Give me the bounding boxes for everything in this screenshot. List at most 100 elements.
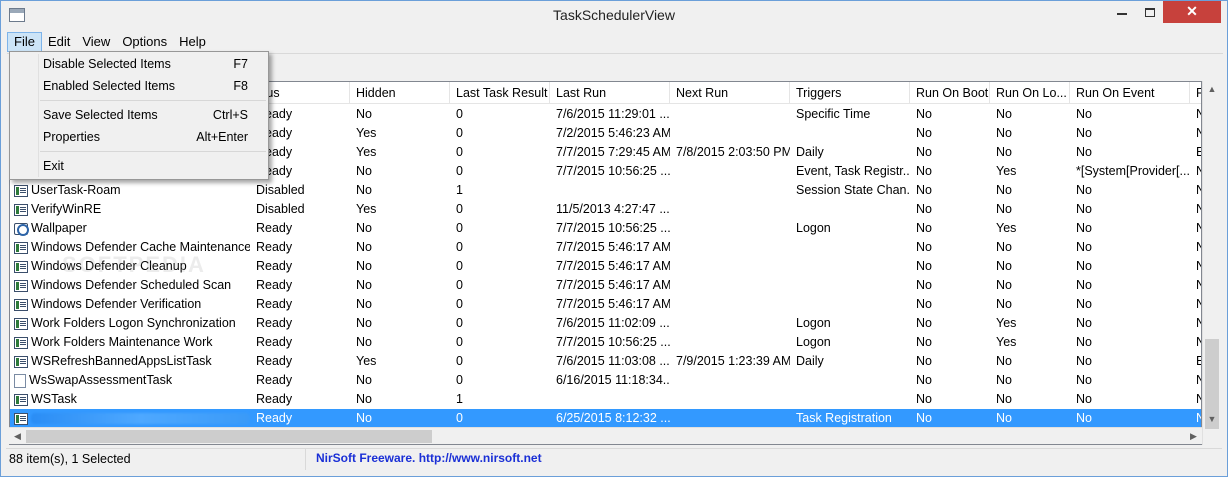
column-header-last-run[interactable]: Last Run xyxy=(550,82,670,104)
column-header-run-on-logon[interactable]: Run On Lo... xyxy=(990,82,1070,104)
title-bar[interactable]: TaskSchedulerView ✕ xyxy=(1,1,1227,32)
minimize-button[interactable] xyxy=(1107,1,1137,23)
maximize-button[interactable] xyxy=(1137,1,1163,23)
task-name: Work Folders Logon Synchronization xyxy=(10,314,250,333)
scroll-down-icon[interactable]: ▼ xyxy=(1203,411,1221,427)
task-run-on-logon: No xyxy=(996,411,1012,425)
table-row[interactable]: WsSwapAssessmentTask Ready No 0 6/16/2015 11… xyxy=(10,371,1201,390)
task-name-text: VerifyWinRE xyxy=(31,202,102,216)
task-name-text: WSTask xyxy=(31,392,77,406)
table-row[interactable]: WSTask Ready No 1 No No No N xyxy=(10,390,1201,409)
task-name: WSTask xyxy=(10,390,250,409)
menu-item-save-selected[interactable]: Save Selected Items Ctrl+S xyxy=(12,104,266,126)
task-icon xyxy=(14,260,28,273)
menu-item-label: Properties xyxy=(43,130,100,144)
task-run-on-event: No xyxy=(1076,354,1092,368)
menu-view[interactable]: View xyxy=(76,32,116,52)
task-last-result: 0 xyxy=(456,297,463,311)
column-header-run-on-event[interactable]: Run On Event xyxy=(1070,82,1190,104)
menu-options[interactable]: Options xyxy=(116,32,173,52)
scroll-up-icon[interactable]: ▲ xyxy=(1203,81,1221,97)
task-run-on-event: No xyxy=(1076,297,1092,311)
menu-item-enable-selected[interactable]: Enabled Selected Items F8 xyxy=(12,75,266,97)
task-triggers xyxy=(790,371,910,390)
task-run-on-boot: No xyxy=(916,335,932,349)
column-header-hidden[interactable]: Hidden xyxy=(350,82,450,104)
scroll-left-icon[interactable]: ◀ xyxy=(9,428,26,445)
horizontal-scrollbar[interactable]: ◀ ▶ xyxy=(9,427,1202,444)
task-last-result: 0 xyxy=(456,145,463,159)
task-icon xyxy=(14,279,28,292)
column-header-triggers[interactable]: Triggers xyxy=(790,82,910,104)
menu-item-shortcut: F8 xyxy=(233,79,248,93)
task-status: Ready xyxy=(256,278,293,292)
task-r: N xyxy=(1190,105,1201,124)
table-row-selected[interactable]: Ready No 0 6/25/2015 8:12:32 ... Task Regist… xyxy=(10,409,1201,428)
scroll-right-icon[interactable]: ▶ xyxy=(1185,428,1202,445)
table-row[interactable]: VerifyWinRE Disabled Yes 0 11/5/2013 4:27:47… xyxy=(10,200,1201,219)
task-status: Ready xyxy=(256,221,293,235)
menu-item-exit[interactable]: Exit xyxy=(12,155,266,177)
task-last-run: 7/7/2015 5:46:17 AM xyxy=(556,240,670,254)
task-run-on-event: No xyxy=(1076,183,1092,197)
horizontal-scroll-thumb[interactable] xyxy=(26,430,432,443)
close-button[interactable]: ✕ xyxy=(1163,1,1221,23)
menu-help[interactable]: Help xyxy=(173,32,212,52)
task-icon xyxy=(14,241,28,254)
column-header-r[interactable]: R xyxy=(1190,82,1201,104)
task-next-run xyxy=(670,181,790,200)
task-name: Windows Defender Scheduled Scan xyxy=(10,276,250,295)
nirsoft-link[interactable]: NirSoft Freeware. http://www.nirsoft.net xyxy=(306,449,542,470)
menu-file[interactable]: File xyxy=(7,32,42,52)
task-icon xyxy=(14,412,28,425)
table-row[interactable]: Windows Defender Verification Ready No 0 7/7… xyxy=(10,295,1201,314)
task-hidden: No xyxy=(356,183,372,197)
task-triggers xyxy=(790,200,910,219)
table-row[interactable]: Wallpaper Ready No 0 7/7/2015 10:56:25 ... Lo… xyxy=(10,219,1201,238)
task-last-run: 7/7/2015 5:46:17 AM xyxy=(556,297,670,311)
vertical-scrollbar[interactable]: ▲ ▼ xyxy=(1202,81,1220,445)
maximize-icon xyxy=(1145,7,1155,17)
task-hidden: No xyxy=(356,259,372,273)
task-r: N xyxy=(1190,409,1201,428)
task-run-on-boot: No xyxy=(916,183,932,197)
table-row[interactable]: UserTask-Roam Disabled No 1 Session State Ch… xyxy=(10,181,1201,200)
task-triggers xyxy=(790,295,910,314)
task-last-run: 7/2/2015 5:46:23 AM xyxy=(556,126,670,140)
task-hidden: No xyxy=(356,373,372,387)
menu-item-disable-selected[interactable]: Disable Selected Items F7 xyxy=(12,53,266,75)
task-next-run xyxy=(670,219,790,238)
task-run-on-logon: No xyxy=(996,392,1012,406)
task-name-text: Windows Defender Scheduled Scan xyxy=(31,278,232,292)
task-run-on-boot: No xyxy=(916,164,932,178)
task-run-on-logon: No xyxy=(996,278,1012,292)
task-name xyxy=(10,409,250,428)
column-header-last-task-result[interactable]: Last Task Result xyxy=(450,82,550,104)
column-header-next-run[interactable]: Next Run xyxy=(670,82,790,104)
task-last-result: 0 xyxy=(456,373,463,387)
task-run-on-event: No xyxy=(1076,373,1092,387)
task-last-result: 0 xyxy=(456,259,463,273)
menu-edit[interactable]: Edit xyxy=(42,32,76,52)
task-next-run xyxy=(670,124,790,143)
task-next-run xyxy=(670,200,790,219)
menu-item-properties[interactable]: Properties Alt+Enter xyxy=(12,126,266,148)
task-run-on-boot: No xyxy=(916,354,932,368)
table-row[interactable]: WSRefreshBannedAppsListTask Ready Yes 0 7/6/… xyxy=(10,352,1201,371)
table-row[interactable]: Work Folders Maintenance Work Ready No 0 7/7… xyxy=(10,333,1201,352)
close-icon: ✕ xyxy=(1186,3,1198,19)
table-row[interactable]: Work Folders Logon Synchronization Ready N… xyxy=(10,314,1201,333)
column-header-run-on-boot[interactable]: Run On Boot xyxy=(910,82,990,104)
task-triggers: Specific Time xyxy=(796,107,871,121)
table-row[interactable]: Windows Defender Scheduled Scan Ready No 0 7… xyxy=(10,276,1201,295)
task-next-run xyxy=(670,105,790,124)
task-r: N xyxy=(1190,314,1201,333)
task-run-on-logon: No xyxy=(996,259,1012,273)
task-run-on-boot: No xyxy=(916,392,932,406)
task-last-run: 7/6/2015 11:29:01 ... xyxy=(556,107,670,121)
task-run-on-boot: No xyxy=(916,202,932,216)
task-run-on-logon: No xyxy=(996,107,1012,121)
task-run-on-event: No xyxy=(1076,411,1092,425)
task-status: Ready xyxy=(256,316,293,330)
task-hidden: Yes xyxy=(356,145,377,159)
